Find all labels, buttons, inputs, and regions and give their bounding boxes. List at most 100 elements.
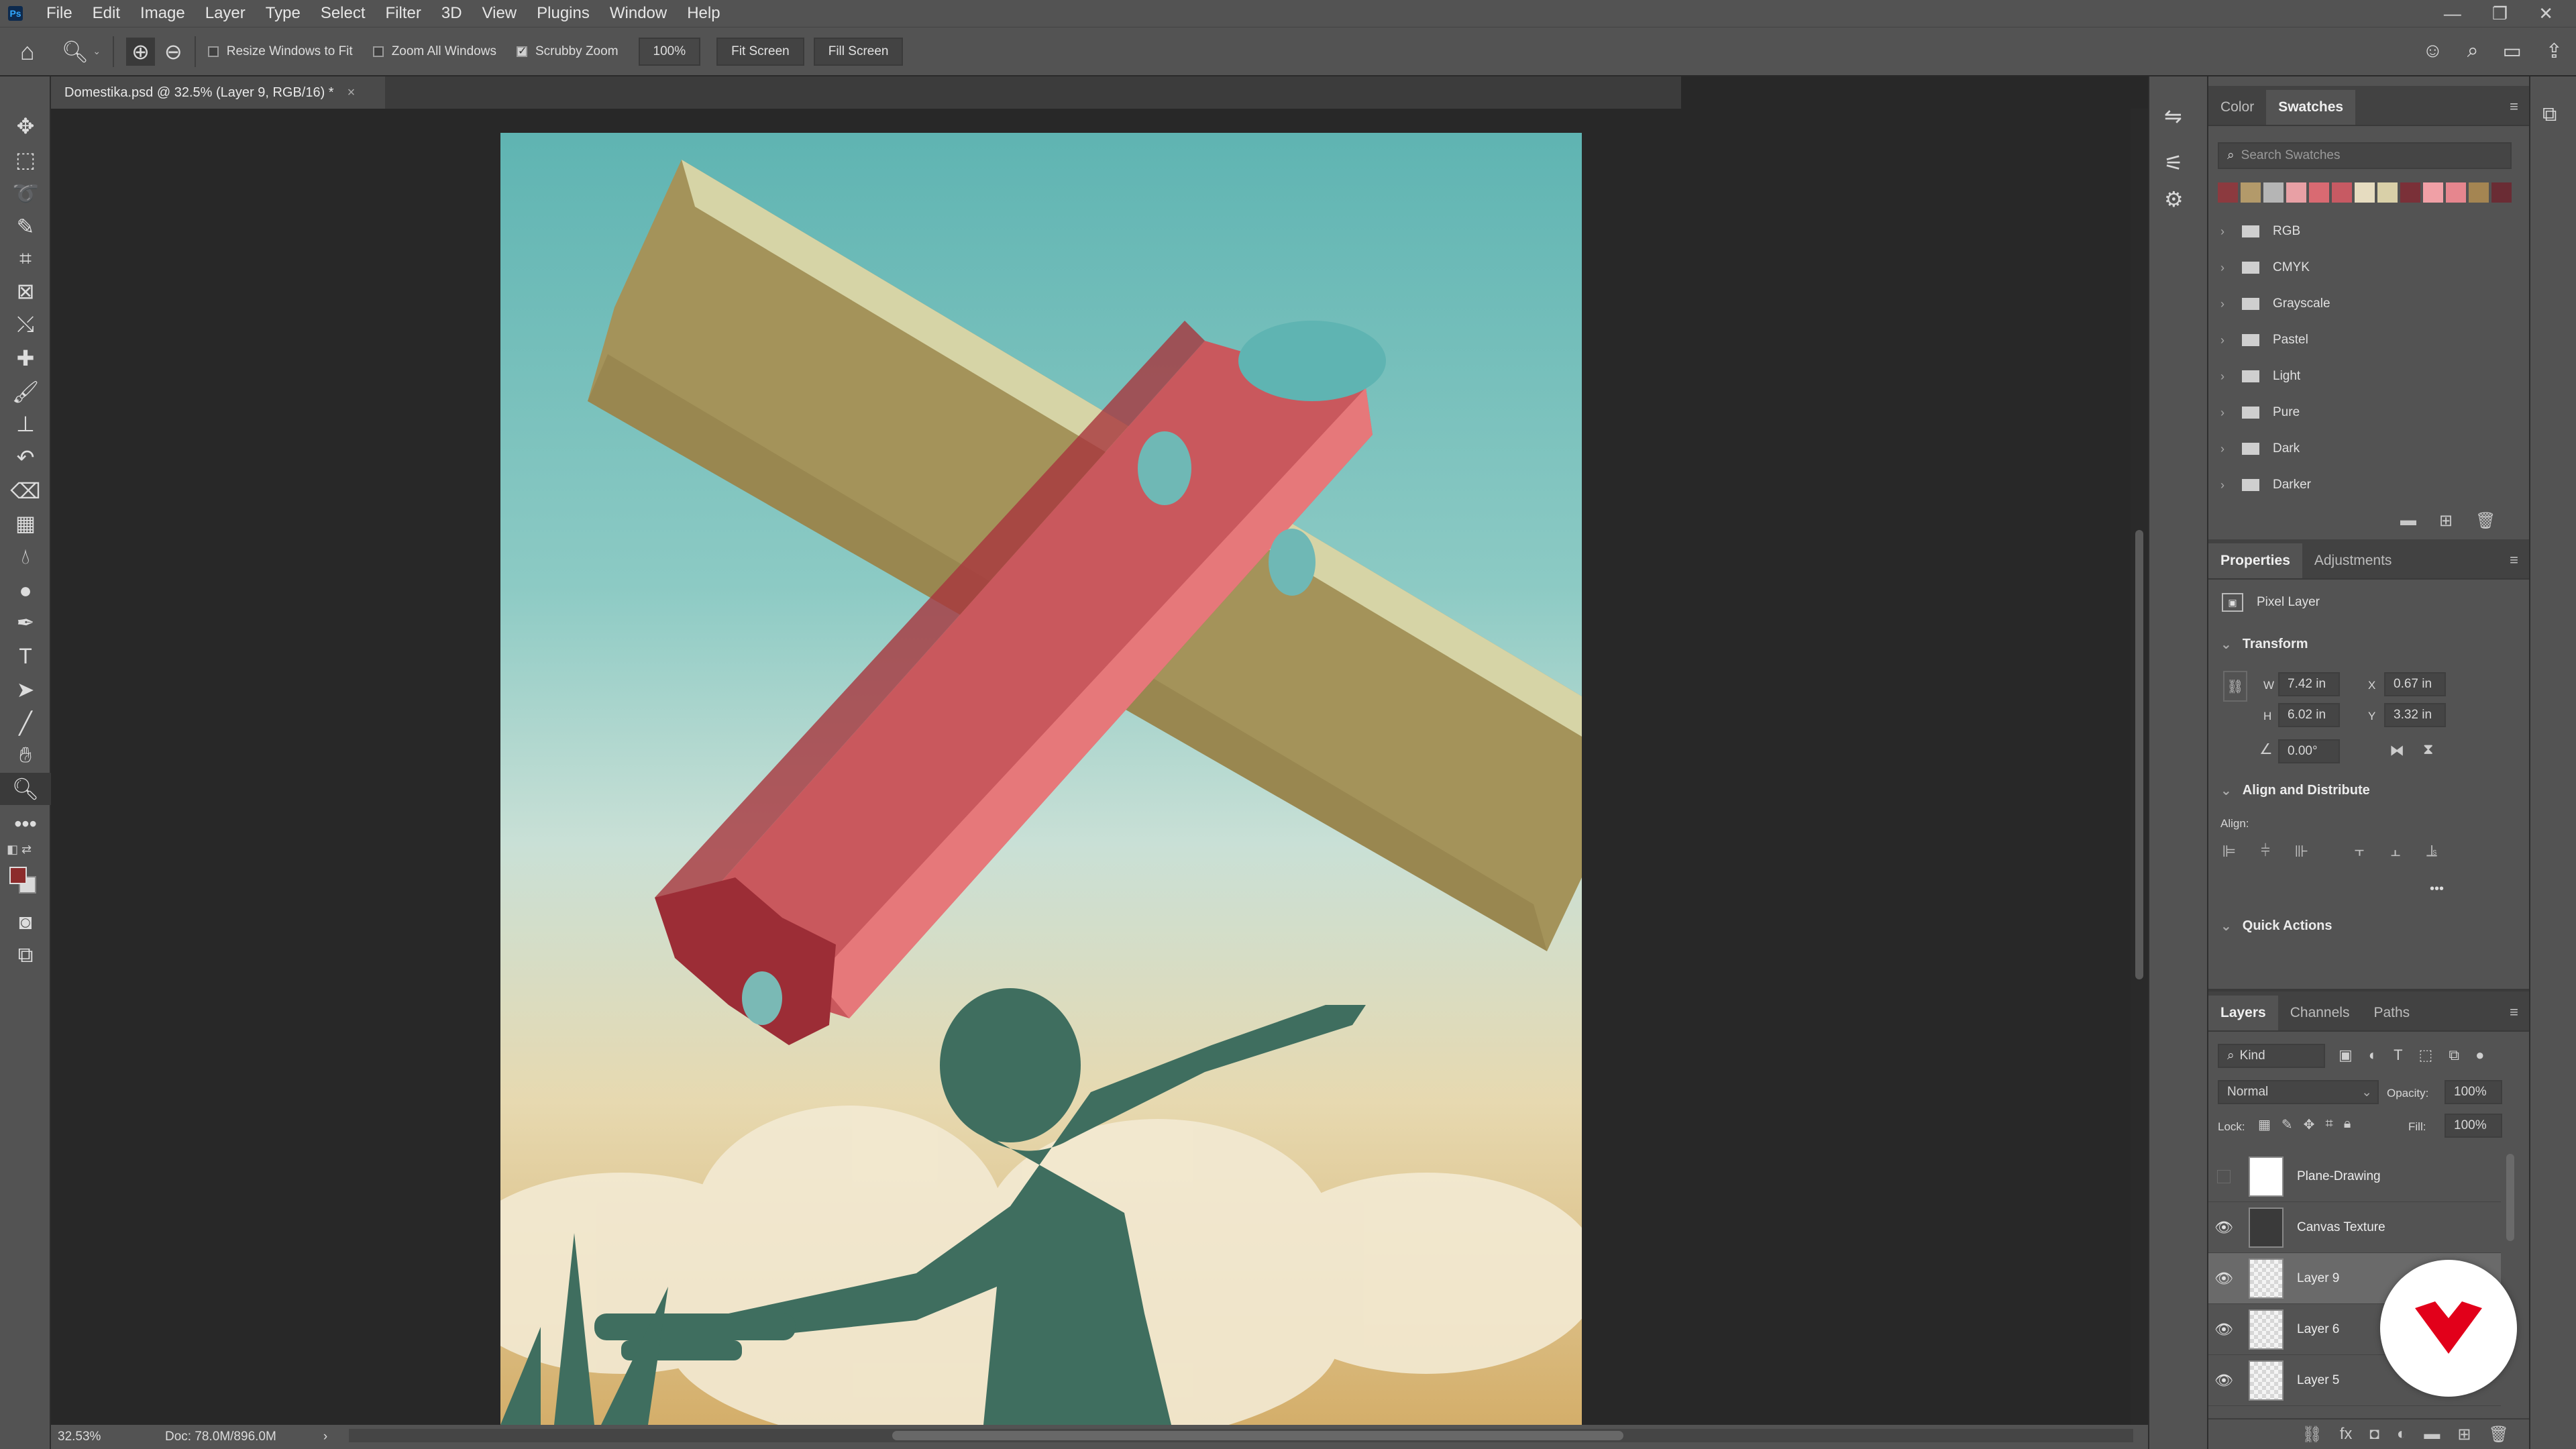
swatch-group-pure[interactable]: › Pure <box>2220 394 2502 431</box>
layer-row-canvas-texture[interactable]: 👁︎ Canvas Texture <box>2208 1202 2501 1253</box>
panel-menu-icon[interactable]: ≡ <box>2510 1004 2518 1021</box>
swatch-chip[interactable] <box>2423 182 2443 203</box>
menu-plugins[interactable]: Plugins <box>527 4 600 23</box>
zoom-in-icon[interactable]: ⊕ <box>126 37 155 66</box>
add-mask-icon[interactable]: ◘ <box>2369 1425 2379 1444</box>
filter-type-icon[interactable]: T <box>2394 1046 2402 1064</box>
quick-mask-icon[interactable]: ◙ <box>0 906 51 938</box>
lock-transparent-icon[interactable]: ▦ <box>2258 1116 2271 1133</box>
tab-color[interactable]: Color <box>2208 90 2266 125</box>
swatch-chip[interactable] <box>2377 182 2398 203</box>
share-icon[interactable]: ⇪ <box>2546 40 2563 63</box>
lock-artboard-icon[interactable]: ⌗ <box>2325 1116 2332 1133</box>
dodge-tool-icon[interactable]: ● <box>0 574 51 606</box>
menu-edit[interactable]: Edit <box>83 4 130 23</box>
width-field[interactable]: 7.42 in <box>2278 672 2340 696</box>
eye-icon[interactable]: 👁︎ <box>2208 1321 2239 1338</box>
checkbox-box[interactable] <box>516 44 527 58</box>
menu-3d[interactable]: 3D <box>431 4 472 23</box>
adjustment-layer-icon[interactable]: ◐ <box>2397 1425 2407 1444</box>
align-bottom-icon[interactable]: ⫡ <box>2420 841 2443 861</box>
swatch-group-cmyk[interactable]: › CMYK <box>2220 250 2502 286</box>
flip-horizontal-icon[interactable]: ⧓ <box>2390 742 2404 759</box>
layer-row-plane-drawing[interactable]: Plane-Drawing <box>2208 1151 2501 1202</box>
align-top-icon[interactable]: ⫟ <box>2348 841 2371 861</box>
new-layer-icon[interactable]: ⊞ <box>2457 1425 2471 1444</box>
swatch-chip[interactable] <box>2309 182 2329 203</box>
tab-swatches[interactable]: Swatches <box>2266 90 2356 125</box>
link-layers-icon[interactable]: ⛓ <box>2302 1425 2322 1444</box>
tab-adjustments[interactable]: Adjustments <box>2302 543 2404 578</box>
vertical-scroll-thumb[interactable] <box>2135 530 2143 979</box>
brush-settings-icon[interactable]: ⚟ <box>2164 150 2184 176</box>
scrubby-zoom-checkbox[interactable]: Scrubby Zoom <box>516 44 619 59</box>
blend-mode-select[interactable]: Normal ⌄ <box>2218 1080 2379 1104</box>
share-person-icon[interactable]: ☺ <box>2422 40 2443 63</box>
swatch-group-rgb[interactable]: › RGB <box>2220 213 2502 250</box>
fill-screen-button[interactable]: Fill Screen <box>813 37 904 66</box>
delete-layer-icon[interactable]: 🗑︎ <box>2489 1425 2509 1444</box>
new-group-icon[interactable]: ▬ <box>2424 1425 2440 1444</box>
menu-filter[interactable]: Filter <box>376 4 431 23</box>
align-left-icon[interactable]: ⊫ <box>2218 841 2241 861</box>
panel-menu-icon[interactable]: ≡ <box>2510 551 2518 569</box>
chevron-down-icon[interactable]: ⌄ <box>93 46 101 57</box>
clone-stamp-tool-icon[interactable]: ⊥ <box>0 408 51 440</box>
eraser-tool-icon[interactable]: ⌫ <box>0 475 51 507</box>
close-icon[interactable]: ✕ <box>2538 3 2553 24</box>
align-right-icon[interactable]: ⊪ <box>2290 841 2313 861</box>
brush-tool-icon[interactable]: 🖌︎ <box>0 376 51 408</box>
type-tool-icon[interactable]: T <box>0 640 51 672</box>
adjustments-icon[interactable]: ⚙ <box>2164 186 2184 212</box>
blur-tool-icon[interactable]: 💧︎ <box>0 541 51 573</box>
artwork-canvas[interactable] <box>500 133 1582 1425</box>
swatch-search-box[interactable]: ⌕ Search Swatches <box>2218 142 2512 169</box>
checkbox-box[interactable] <box>372 46 384 57</box>
lock-pixels-icon[interactable]: ✎ <box>2282 1116 2293 1133</box>
eye-icon[interactable]: 👁︎ <box>2208 1219 2239 1236</box>
menu-image[interactable]: Image <box>130 4 195 23</box>
tab-properties[interactable]: Properties <box>2208 543 2302 578</box>
menu-help[interactable]: Help <box>677 4 730 23</box>
home-icon[interactable]: ⌂ <box>20 38 35 66</box>
layers-scroll-thumb[interactable] <box>2506 1154 2514 1241</box>
minimize-icon[interactable]: — <box>2444 3 2461 24</box>
menu-view[interactable]: View <box>472 4 527 23</box>
flip-vertical-icon[interactable]: ⧗ <box>2423 741 2433 758</box>
eyedropper-tool-icon[interactable]: ⤯ <box>0 309 51 341</box>
visibility-toggle[interactable] <box>2208 1169 2239 1183</box>
restore-icon[interactable]: ❐ <box>2492 3 2508 24</box>
layer-filter-select[interactable]: ⌕ Kind <box>2218 1044 2325 1068</box>
close-tab-icon[interactable]: × <box>347 85 356 101</box>
resize-windows-checkbox[interactable]: Resize Windows to Fit <box>207 44 353 59</box>
swatch-chip[interactable] <box>2491 182 2512 203</box>
lasso-tool-icon[interactable]: ➰ <box>0 177 51 209</box>
search-icon[interactable]: ⌕ <box>2467 40 2479 63</box>
swatch-group-dark[interactable]: › Dark <box>2220 431 2502 467</box>
x-field[interactable]: 0.67 in <box>2384 672 2446 696</box>
swatch-chip[interactable] <box>2241 182 2261 203</box>
quick-selection-tool-icon[interactable]: ✎ <box>0 211 51 243</box>
zoom-tool-icon[interactable]: 🔍︎ <box>0 773 51 805</box>
eye-icon[interactable]: 👁︎ <box>2208 1372 2239 1389</box>
foreground-color-swatch[interactable] <box>9 867 27 884</box>
horizontal-scroll-thumb[interactable] <box>892 1431 1623 1440</box>
zoom-all-windows-checkbox[interactable]: Zoom All Windows <box>372 44 496 59</box>
checkbox-box[interactable] <box>207 46 219 57</box>
swatch-chip[interactable] <box>2263 182 2284 203</box>
fill-field[interactable]: 100% <box>2445 1114 2502 1138</box>
menu-layer[interactable]: Layer <box>195 4 256 23</box>
gradient-tool-icon[interactable]: ▦ <box>0 507 51 539</box>
more-tools-icon[interactable]: ••• <box>0 808 51 840</box>
layer-style-icon[interactable]: fx <box>2340 1425 2353 1444</box>
status-menu-arrow[interactable]: › <box>323 1430 327 1444</box>
align-center-icon[interactable]: ⫩ <box>2254 841 2277 861</box>
zoom-status[interactable]: 32.53% <box>58 1430 131 1444</box>
y-field[interactable]: 3.32 in <box>2384 703 2446 727</box>
swatch-chip[interactable] <box>2332 182 2352 203</box>
swatch-chip[interactable] <box>2469 182 2489 203</box>
height-field[interactable]: 6.02 in <box>2278 703 2340 727</box>
quick-actions-header[interactable]: ⌄ Quick Actions <box>2220 918 2332 934</box>
link-icon[interactable]: ⛓ <box>2223 671 2247 702</box>
eye-icon[interactable]: 👁︎ <box>2208 1270 2239 1287</box>
